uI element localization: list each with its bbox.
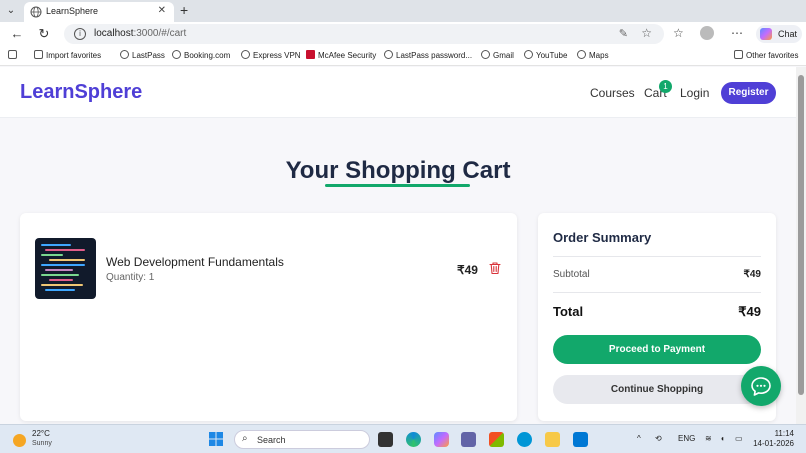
sun-weather-icon[interactable] — [13, 434, 26, 447]
subtotal-value: ₹49 — [743, 269, 762, 280]
copilot-app-icon[interactable] — [434, 432, 449, 447]
favorite-star-icon[interactable]: ☆ — [641, 26, 652, 40]
cart-item-quantity: Quantity: 1 — [106, 272, 155, 283]
bookmark-lastpass-password[interactable]: LastPass password... — [384, 50, 472, 60]
nav-courses[interactable]: Courses — [590, 86, 635, 100]
title-underline — [325, 184, 470, 187]
globe-icon — [577, 50, 586, 59]
globe-icon — [241, 50, 250, 59]
scrollbar-thumb[interactable] — [798, 75, 804, 395]
teams-icon[interactable] — [461, 432, 476, 447]
bookmark-lastpass[interactable]: LastPass — [120, 50, 165, 60]
cart-items-card: Web Development Fundamentals Quantity: 1… — [20, 213, 517, 421]
hp-icon[interactable] — [517, 432, 532, 447]
total-label: Total — [553, 304, 584, 319]
proceed-to-payment-button[interactable]: Proceed to Payment — [553, 335, 761, 364]
brand-logo[interactable]: LearnSphere — [20, 81, 142, 104]
new-tab-button[interactable]: + — [180, 2, 188, 18]
bookmark-booking[interactable]: Booking.com — [172, 50, 230, 60]
pen-icon[interactable]: ✎ — [619, 27, 628, 40]
mcafee-icon — [306, 50, 315, 59]
bookmark-gmail[interactable]: Gmail — [481, 50, 514, 60]
input-language[interactable]: ENG — [678, 434, 695, 443]
globe-icon — [481, 50, 490, 59]
edge-browser-icon[interactable] — [406, 432, 421, 447]
address-bar[interactable]: i localhost:3000/#/cart ✎ ☆ — [64, 24, 664, 44]
battery-icon[interactable]: ▭ — [735, 434, 743, 443]
folder-icon — [34, 50, 43, 59]
trash-icon[interactable] — [488, 261, 502, 275]
divider — [553, 256, 761, 257]
globe-icon — [172, 50, 181, 59]
bookmark-youtube[interactable]: YouTube — [524, 50, 567, 60]
browser-toolbar: ← ↻ i localhost:3000/#/cart ✎ ☆ ☆ — [0, 22, 806, 46]
register-button[interactable]: Register — [721, 82, 776, 104]
folder-icon — [734, 50, 743, 59]
bookmark-mcafee[interactable]: McAfee Security — [306, 50, 376, 60]
file-explorer-icon[interactable] — [545, 432, 560, 447]
address-url[interactable]: localhost:3000/#/cart — [94, 28, 186, 39]
cart-item-price: ₹49 — [457, 263, 478, 277]
course-thumbnail[interactable] — [35, 238, 96, 299]
bookmark-expressvpn[interactable]: Express VPN — [241, 50, 301, 60]
profile-avatar[interactable] — [700, 26, 714, 40]
page-scrollbar[interactable] — [796, 67, 806, 424]
vscode-icon[interactable] — [573, 432, 588, 447]
divider — [553, 292, 761, 293]
weather-condition[interactable]: Sunny — [32, 440, 52, 447]
task-view-icon[interactable] — [378, 432, 393, 447]
globe-icon — [524, 50, 533, 59]
continue-shopping-button[interactable]: Continue Shopping — [553, 375, 761, 404]
back-arrow-icon[interactable]: ← — [9, 26, 25, 42]
nav-login[interactable]: Login — [680, 86, 709, 100]
bookmark-maps[interactable]: Maps — [577, 50, 609, 60]
other-favorites[interactable]: Other favorites — [734, 50, 798, 60]
windows-taskbar: 22°C Sunny ⌕ Search ^ ⟲ ENG ≋ ◖ ▭ 11:14 … — [0, 424, 806, 453]
clock-date: 14-01-2026 — [753, 439, 794, 448]
copilot-chat-button[interactable]: Chat — [756, 25, 802, 43]
globe-icon — [384, 50, 393, 59]
cart-item-title[interactable]: Web Development Fundamentals — [106, 255, 284, 269]
search-icon: ⌕ — [242, 433, 248, 444]
taskbar-search[interactable]: ⌕ Search — [234, 430, 370, 449]
tab-actions-chevron-icon[interactable]: ⌄ — [4, 3, 18, 19]
tray-chevron-up-icon[interactable]: ^ — [637, 434, 641, 443]
total-value: ₹49 — [738, 304, 761, 319]
tab-title: LearnSphere — [46, 6, 99, 16]
bookmarks-toggle-icon[interactable] — [8, 50, 20, 60]
copilot-icon — [760, 28, 772, 40]
subtotal-label: Subtotal — [553, 269, 590, 280]
tray-sync-icon[interactable]: ⟲ — [655, 434, 662, 443]
taskbar-clock[interactable]: 11:14 14-01-2026 — [752, 429, 794, 449]
store-icon[interactable] — [489, 432, 504, 447]
chat-support-button[interactable] — [741, 366, 781, 406]
globe-icon — [30, 6, 42, 18]
weather-temperature[interactable]: 22°C — [32, 429, 50, 438]
windows-start-icon[interactable] — [209, 432, 223, 446]
tab-close-icon[interactable]: ✕ — [158, 5, 166, 16]
order-summary-title: Order Summary — [553, 230, 652, 245]
cart-count-badge: 1 — [659, 80, 672, 93]
favorites-icon[interactable]: ☆ — [673, 26, 684, 40]
refresh-icon[interactable]: ↻ — [36, 26, 52, 42]
globe-icon — [120, 50, 129, 59]
bookmarks-bar: Import favorites LastPass Booking.com Ex… — [0, 46, 806, 66]
more-menu-icon[interactable]: ⋯ — [731, 26, 743, 40]
site-info-icon[interactable]: i — [74, 28, 86, 40]
clock-time: 11:14 — [774, 429, 794, 438]
bookmark-import[interactable]: Import favorites — [34, 50, 101, 60]
volume-icon[interactable]: ◖ — [720, 434, 725, 443]
browser-tabstrip: ⌄ LearnSphere ✕ + — [0, 0, 806, 22]
page-title: Your Shopping Cart — [285, 157, 511, 184]
chat-bubble-icon — [751, 377, 771, 396]
page-viewport: LearnSphere Courses Cart 1 Login Registe… — [0, 67, 796, 424]
browser-tab[interactable]: LearnSphere ✕ — [24, 2, 174, 22]
wifi-icon[interactable]: ≋ — [705, 434, 712, 443]
site-header: LearnSphere Courses Cart 1 Login Registe… — [0, 67, 796, 118]
